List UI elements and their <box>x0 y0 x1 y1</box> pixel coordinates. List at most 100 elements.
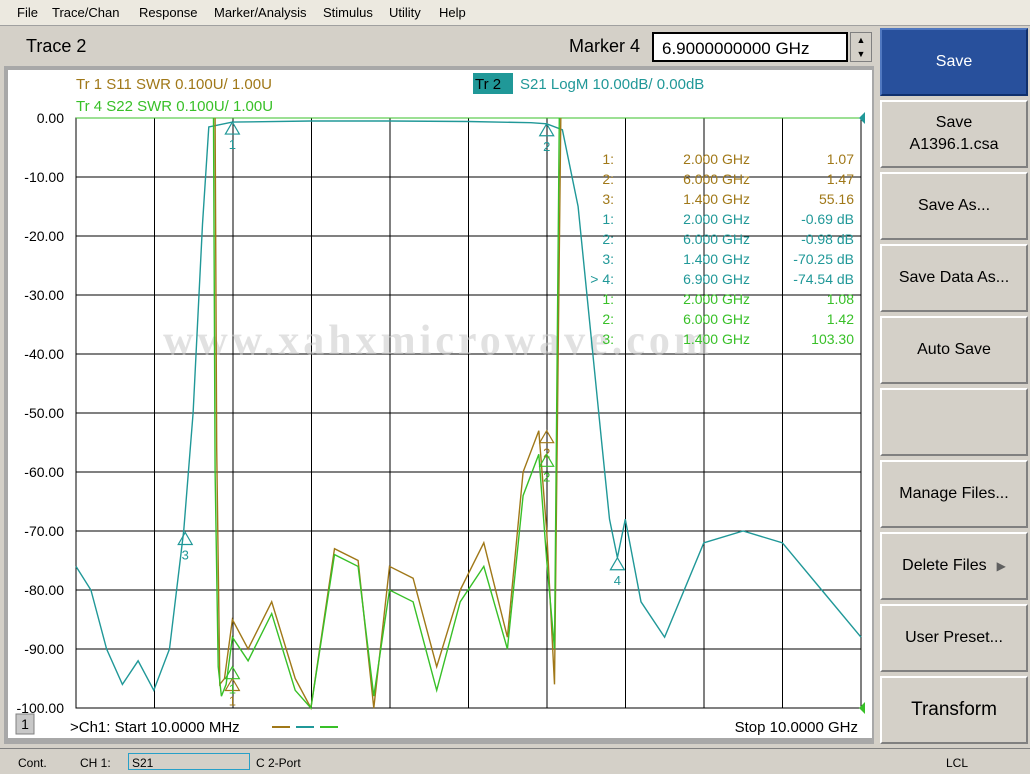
menu-stimulus[interactable]: Stimulus <box>323 5 373 20</box>
y-tick-label: -10.00 <box>24 169 64 185</box>
trace-4-label[interactable]: Tr 4 S22 SWR 0.100U/ 1.00U <box>76 98 273 115</box>
watermark: www.xahxmicrowave.com <box>163 318 713 364</box>
marker-readout-frequency: 6.900 GHz <box>683 271 750 287</box>
marker-readout-frequency: 1.400 GHz <box>683 251 750 267</box>
marker-readout-number: 2: <box>602 311 614 327</box>
trace-title: Trace 2 <box>26 36 87 56</box>
spin-up-icon[interactable]: ▲ <box>851 33 871 47</box>
y-tick-label: -50.00 <box>24 405 64 421</box>
measurement-parameter[interactable]: S21 <box>128 753 250 770</box>
marker-label: Marker 4 <box>569 36 641 56</box>
auto-save-label: Auto Save <box>917 341 991 358</box>
marker-readout-frequency: 1.400 GHz <box>683 191 750 207</box>
marker-number: 1 <box>229 682 236 697</box>
status-bar: Cont. CH 1: S21 C 2-Port LCL <box>0 748 1030 774</box>
marker-number: 4 <box>614 573 621 588</box>
user-preset-button[interactable]: User Preset... <box>880 604 1028 672</box>
marker-readout-value: -70.25 dB <box>793 251 854 267</box>
marker-readout-number: 2: <box>602 171 614 187</box>
marker-readout-value: 1.42 <box>827 311 854 327</box>
marker-readout-number: 3: <box>602 191 614 207</box>
manage-files-button[interactable]: Manage Files... <box>880 460 1028 528</box>
save-file-button[interactable]: Save A1396.1.csa <box>880 100 1028 168</box>
channel-label: CH 1: <box>80 756 111 770</box>
y-tick-label: -70.00 <box>24 523 64 539</box>
trace-chart: www.xahxmicrowave.com 0.00 -10.00 -20.00 -3… <box>15 73 865 736</box>
stop-frequency[interactable]: Stop 10.0000 GHz <box>735 719 858 736</box>
y-tick-label: -90.00 <box>24 641 64 657</box>
menu-bar: File Trace/Chan Response Marker/Analysis… <box>0 0 1030 26</box>
manage-files-label: Manage Files... <box>899 485 1009 502</box>
delete-files-label: Delete Files <box>902 557 987 574</box>
save-file-label: Save <box>935 114 973 131</box>
marker-readout-number: 3: <box>602 331 614 347</box>
marker-readout-number: 2: <box>602 231 614 247</box>
save-button-label: Save <box>935 53 973 70</box>
save-as-label: Save As... <box>917 197 991 214</box>
marker-readout-value: 1.47 <box>827 171 854 187</box>
user-preset-label: User Preset... <box>905 629 1003 646</box>
save-data-as-label: Save Data As... <box>898 269 1010 286</box>
plot-area: www.xahxmicrowave.com 0.00 -10.00 -20.00 -3… <box>8 70 872 738</box>
marker-readout-frequency: 2.000 GHz <box>683 291 750 307</box>
marker-readout-frequency: 2.000 GHz <box>683 211 750 227</box>
marker-spinner: ▲ ▼ <box>850 32 872 62</box>
reference-arrow-icon <box>859 112 865 124</box>
marker-readout-value: 103.30 <box>811 331 854 347</box>
trace-1-label[interactable]: Tr 1 S11 SWR 0.100U/ 1.00U <box>76 76 272 93</box>
marker-triangle-icon <box>609 556 626 571</box>
channel-badge[interactable]: 1 <box>21 716 29 732</box>
trace-2-label[interactable]: S21 LogM 10.00dB/ 0.00dB <box>520 76 704 93</box>
y-tick-label: -20.00 <box>24 228 64 244</box>
delete-files-button[interactable]: Delete Files ▶ <box>880 532 1028 600</box>
blank-softkey[interactable] <box>880 388 1028 456</box>
marker-triangle-icon <box>224 120 241 135</box>
marker-readout-value: 1.08 <box>827 291 854 307</box>
menu-response[interactable]: Response <box>139 5 198 20</box>
calibration-status: C 2-Port <box>256 756 301 770</box>
y-tick-label: -30.00 <box>24 287 64 303</box>
marker-readout-number: 1: <box>602 151 614 167</box>
remote-status: LCL <box>946 756 969 770</box>
marker-readout-value: -0.98 dB <box>801 231 854 247</box>
sweep-mode[interactable]: Cont. <box>18 756 47 770</box>
marker-number: 2 <box>543 469 550 484</box>
transform-label: Transform <box>911 699 997 720</box>
menu-file[interactable]: File <box>17 5 38 20</box>
y-tick-label: -40.00 <box>24 346 64 362</box>
save-data-as-button[interactable]: Save Data As... <box>880 244 1028 312</box>
auto-save-button[interactable]: Auto Save <box>880 316 1028 384</box>
marker-readout-frequency: 6.000 GHz <box>683 231 750 247</box>
softkey-panel: Save Save A1396.1.csa Save As... Save Dat… <box>878 26 1030 746</box>
marker-frequency-input[interactable]: 6.9000000000 GHz <box>652 32 848 62</box>
marker-readout-frequency: 1.400 GHz <box>683 331 750 347</box>
menu-trace-chan[interactable]: Trace/Chan <box>52 5 119 20</box>
submenu-arrow-icon: ▶ <box>996 559 1006 573</box>
menu-help[interactable]: Help <box>439 5 466 20</box>
marker-number: 2 <box>543 139 550 154</box>
marker-readout-frequency: 2.000 GHz <box>683 151 750 167</box>
marker-readout-frequency: 6.000 GHz <box>683 171 750 187</box>
save-as-button[interactable]: Save As... <box>880 172 1028 240</box>
marker-readout-number: > 4: <box>590 271 614 287</box>
marker-readout-number: 1: <box>602 211 614 227</box>
marker-readout-value: 55.16 <box>819 191 854 207</box>
marker-readout-frequency: 6.000 GHz <box>683 311 750 327</box>
y-tick-label: 0.00 <box>37 110 64 126</box>
save-button[interactable]: Save <box>880 28 1028 96</box>
spin-down-icon[interactable]: ▼ <box>851 47 871 61</box>
marker-number: 1 <box>229 137 236 152</box>
transform-button[interactable]: Transform <box>880 676 1028 744</box>
marker-readout-value: -0.69 dB <box>801 211 854 227</box>
marker-readout-value: -74.54 dB <box>793 271 854 287</box>
save-file-name: A1396.1.csa <box>909 136 999 153</box>
menu-utility[interactable]: Utility <box>389 5 421 20</box>
marker-triangle-icon <box>177 531 194 546</box>
y-tick-label: -80.00 <box>24 582 64 598</box>
marker-number: 3 <box>182 547 189 562</box>
start-frequency[interactable]: >Ch1: Start 10.0000 MHz <box>70 719 240 736</box>
y-tick-label: -60.00 <box>24 464 64 480</box>
marker-readout-number: 1: <box>602 291 614 307</box>
trace-2-tag[interactable]: Tr 2 <box>475 76 501 93</box>
menu-marker-analysis[interactable]: Marker/Analysis <box>214 5 306 20</box>
